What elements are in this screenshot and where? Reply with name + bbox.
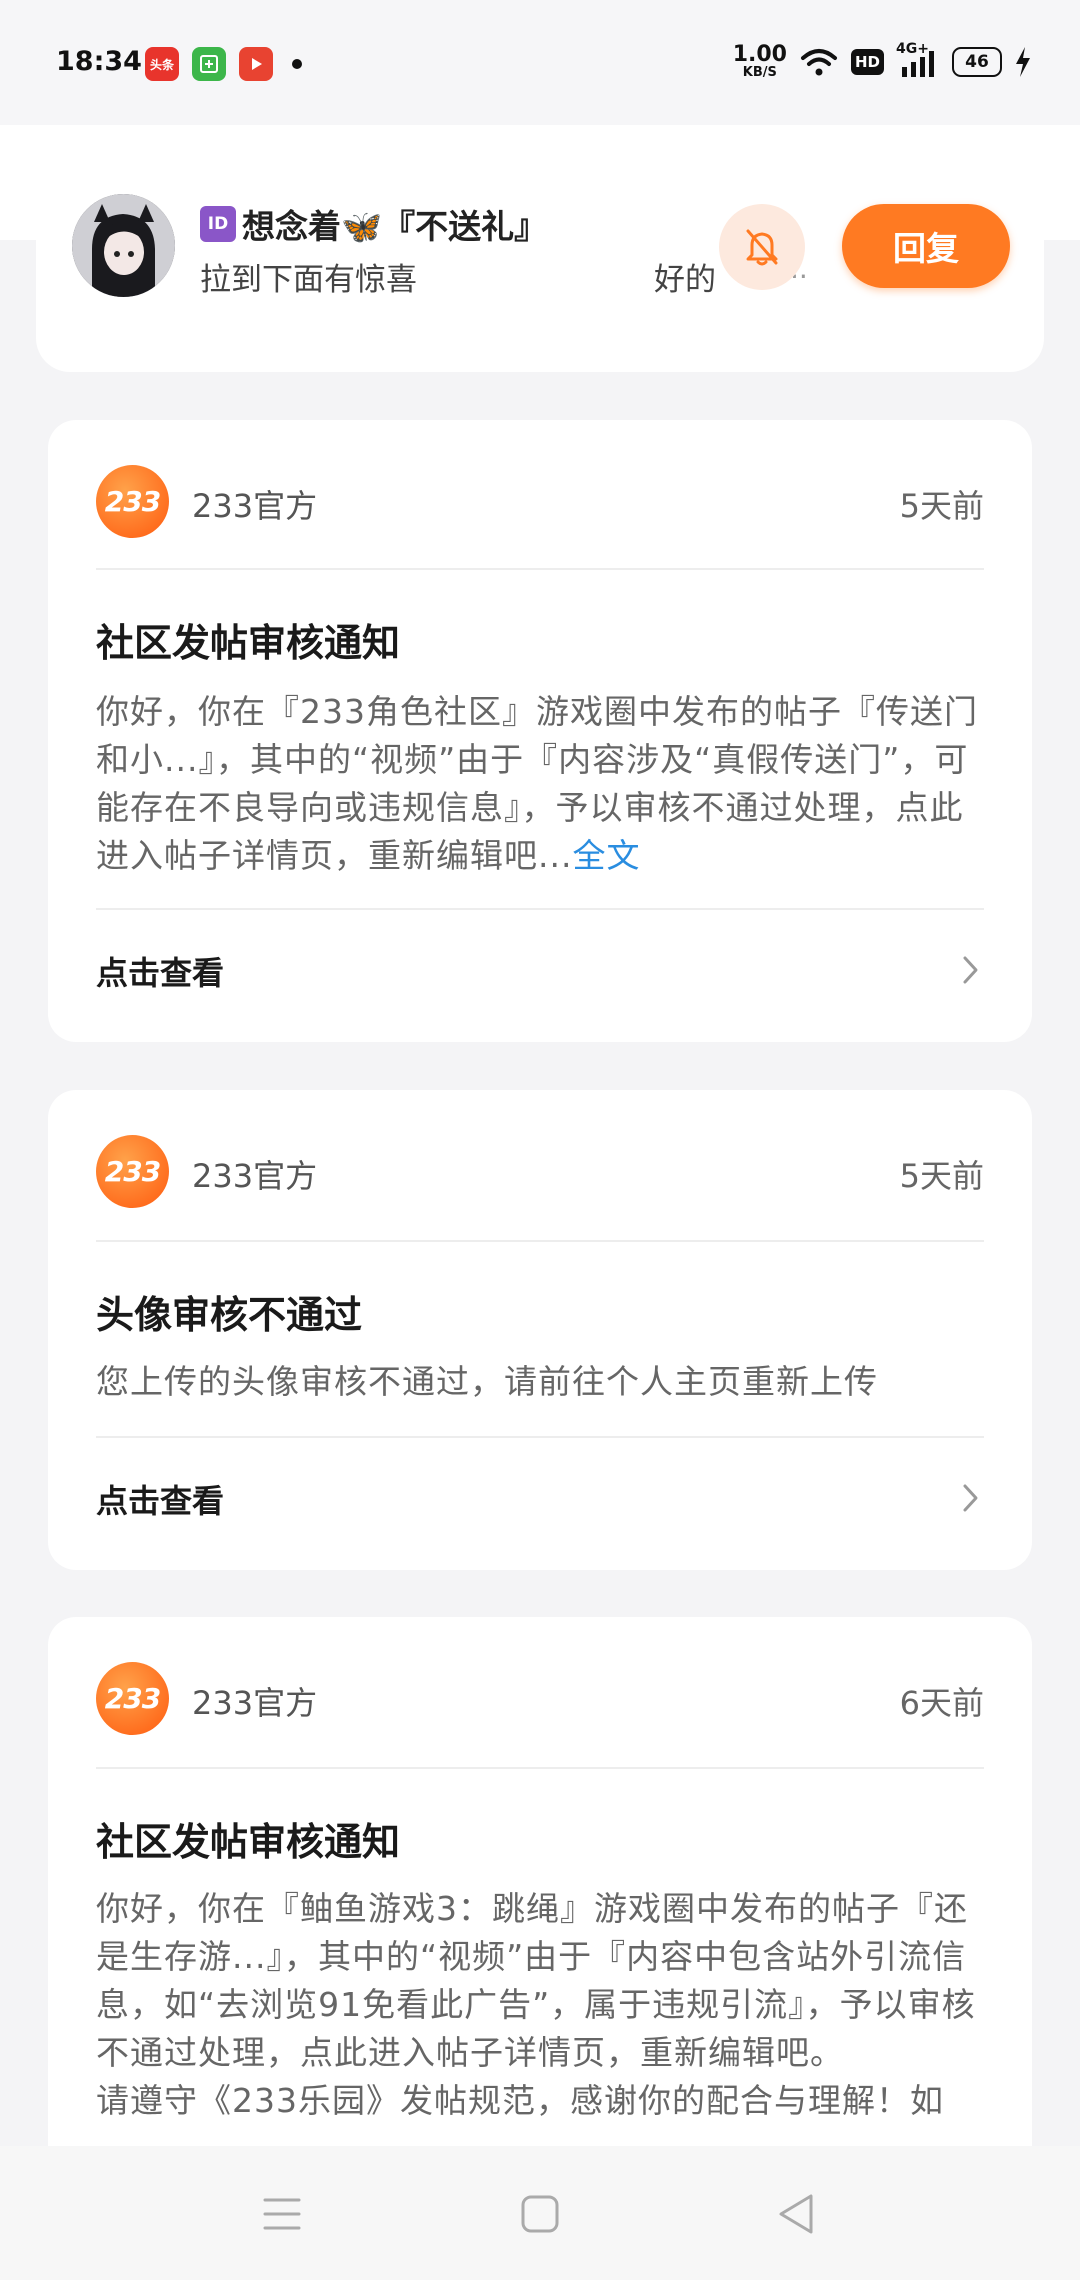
nav-menu-button[interactable] <box>252 2184 312 2244</box>
divider <box>96 908 984 910</box>
status-time: 18:34 <box>56 46 142 77</box>
card-header: 233 233官方 5天前 <box>96 1135 984 1210</box>
hd-badge: HD <box>850 48 884 75</box>
card-title: 头像审核不通过 <box>96 1293 363 1337</box>
logo-233-icon: 233 <box>96 1662 169 1735</box>
reply-button[interactable]: 回复 <box>842 204 1010 288</box>
sender-name: 233官方 <box>192 1157 318 1195</box>
video-play-icon <box>239 47 273 81</box>
menu-icon <box>263 2198 301 2230</box>
logo-233-icon: 233 <box>96 465 169 538</box>
card-body: 您上传的头像审核不通过，请前往个人主页重新上传 <box>96 1362 878 1401</box>
nav-back-button[interactable] <box>766 2184 826 2244</box>
notification-card[interactable]: 233 233官方 6天前 社区发帖审核通知 你好，你在『鲉鱼游戏3：跳绳』游戏… <box>48 1617 1032 2217</box>
nav-home-button[interactable] <box>510 2184 570 2244</box>
home-square-icon <box>521 2195 559 2233</box>
divider <box>96 568 984 570</box>
view-details-label: 点击查看 <box>96 1482 225 1520</box>
chevron-right-icon <box>963 956 978 984</box>
timestamp: 5天前 <box>899 487 984 525</box>
divider <box>96 1767 984 1769</box>
bell-off-icon <box>746 229 778 266</box>
card-body: 你好，你在『鲉鱼游戏3：跳绳』游戏圈中发布的帖子『还是生存游...』，其中的“视… <box>96 1889 976 2120</box>
wifi-icon <box>800 48 837 75</box>
logo-233-icon: 233 <box>96 1135 169 1208</box>
calculator-icon <box>192 47 226 81</box>
system-nav-bar <box>0 2146 1080 2280</box>
banner-sender-name: ID 想念着🦋『不送礼』 <box>200 200 547 248</box>
card-header: 233 233官方 5天前 <box>96 465 984 540</box>
card-body: 你好，你在『233角色社区』游戏圈中发布的帖子『传送门和小...』，其中的“视频… <box>96 692 978 875</box>
card-title: 社区发帖审核通知 <box>96 1820 401 1864</box>
banner-reply-preview: 好的 <box>654 262 716 298</box>
timestamp: 6天前 <box>899 1684 984 1722</box>
status-bar: 18:34 头条 1.00 KB/S HD 4G+ 46 <box>0 0 1080 125</box>
message-banner[interactable]: ID 想念着🦋『不送礼』 拉到下面有惊喜 好的 .. 回复 <box>36 176 1044 372</box>
notification-card[interactable]: 233 233官方 5天前 社区发帖审核通知 你好，你在『233角色社区』游戏圈… <box>48 420 1032 1042</box>
back-triangle-icon <box>779 2194 813 2234</box>
divider <box>96 1436 984 1438</box>
id-badge: ID <box>200 206 236 242</box>
signal-icon: 4G+ <box>896 41 940 79</box>
view-details-label: 点击查看 <box>96 954 225 992</box>
chevron-right-icon <box>963 1484 978 1512</box>
status-app-icons: 头条 <box>145 47 302 81</box>
status-indicators: 1.00 KB/S HD 4G+ 46 <box>732 41 1032 80</box>
card-title: 社区发帖审核通知 <box>96 621 401 665</box>
card-header: 233 233官方 6天前 <box>96 1662 984 1737</box>
avatar[interactable] <box>72 194 175 297</box>
battery-icon: 46 <box>952 46 1002 77</box>
notification-dot <box>292 59 302 69</box>
charging-icon <box>1016 46 1030 77</box>
sender-name: 233官方 <box>192 1684 318 1722</box>
banner-message: 拉到下面有惊喜 <box>200 262 417 298</box>
view-details-row[interactable]: 点击查看 <box>96 940 984 1000</box>
timestamp: 5天前 <box>899 1157 984 1195</box>
full-text-link[interactable]: 全文 <box>572 836 640 875</box>
mute-bell-button[interactable] <box>719 204 805 290</box>
view-details-row[interactable]: 点击查看 <box>96 1468 984 1528</box>
toutiao-icon: 头条 <box>145 47 179 81</box>
net-speed: 1.00 KB/S <box>732 42 787 80</box>
divider <box>96 1240 984 1242</box>
notification-card[interactable]: 233 233官方 5天前 头像审核不通过 您上传的头像审核不通过，请前往个人主… <box>48 1090 1032 1570</box>
sender-name: 233官方 <box>192 487 318 525</box>
